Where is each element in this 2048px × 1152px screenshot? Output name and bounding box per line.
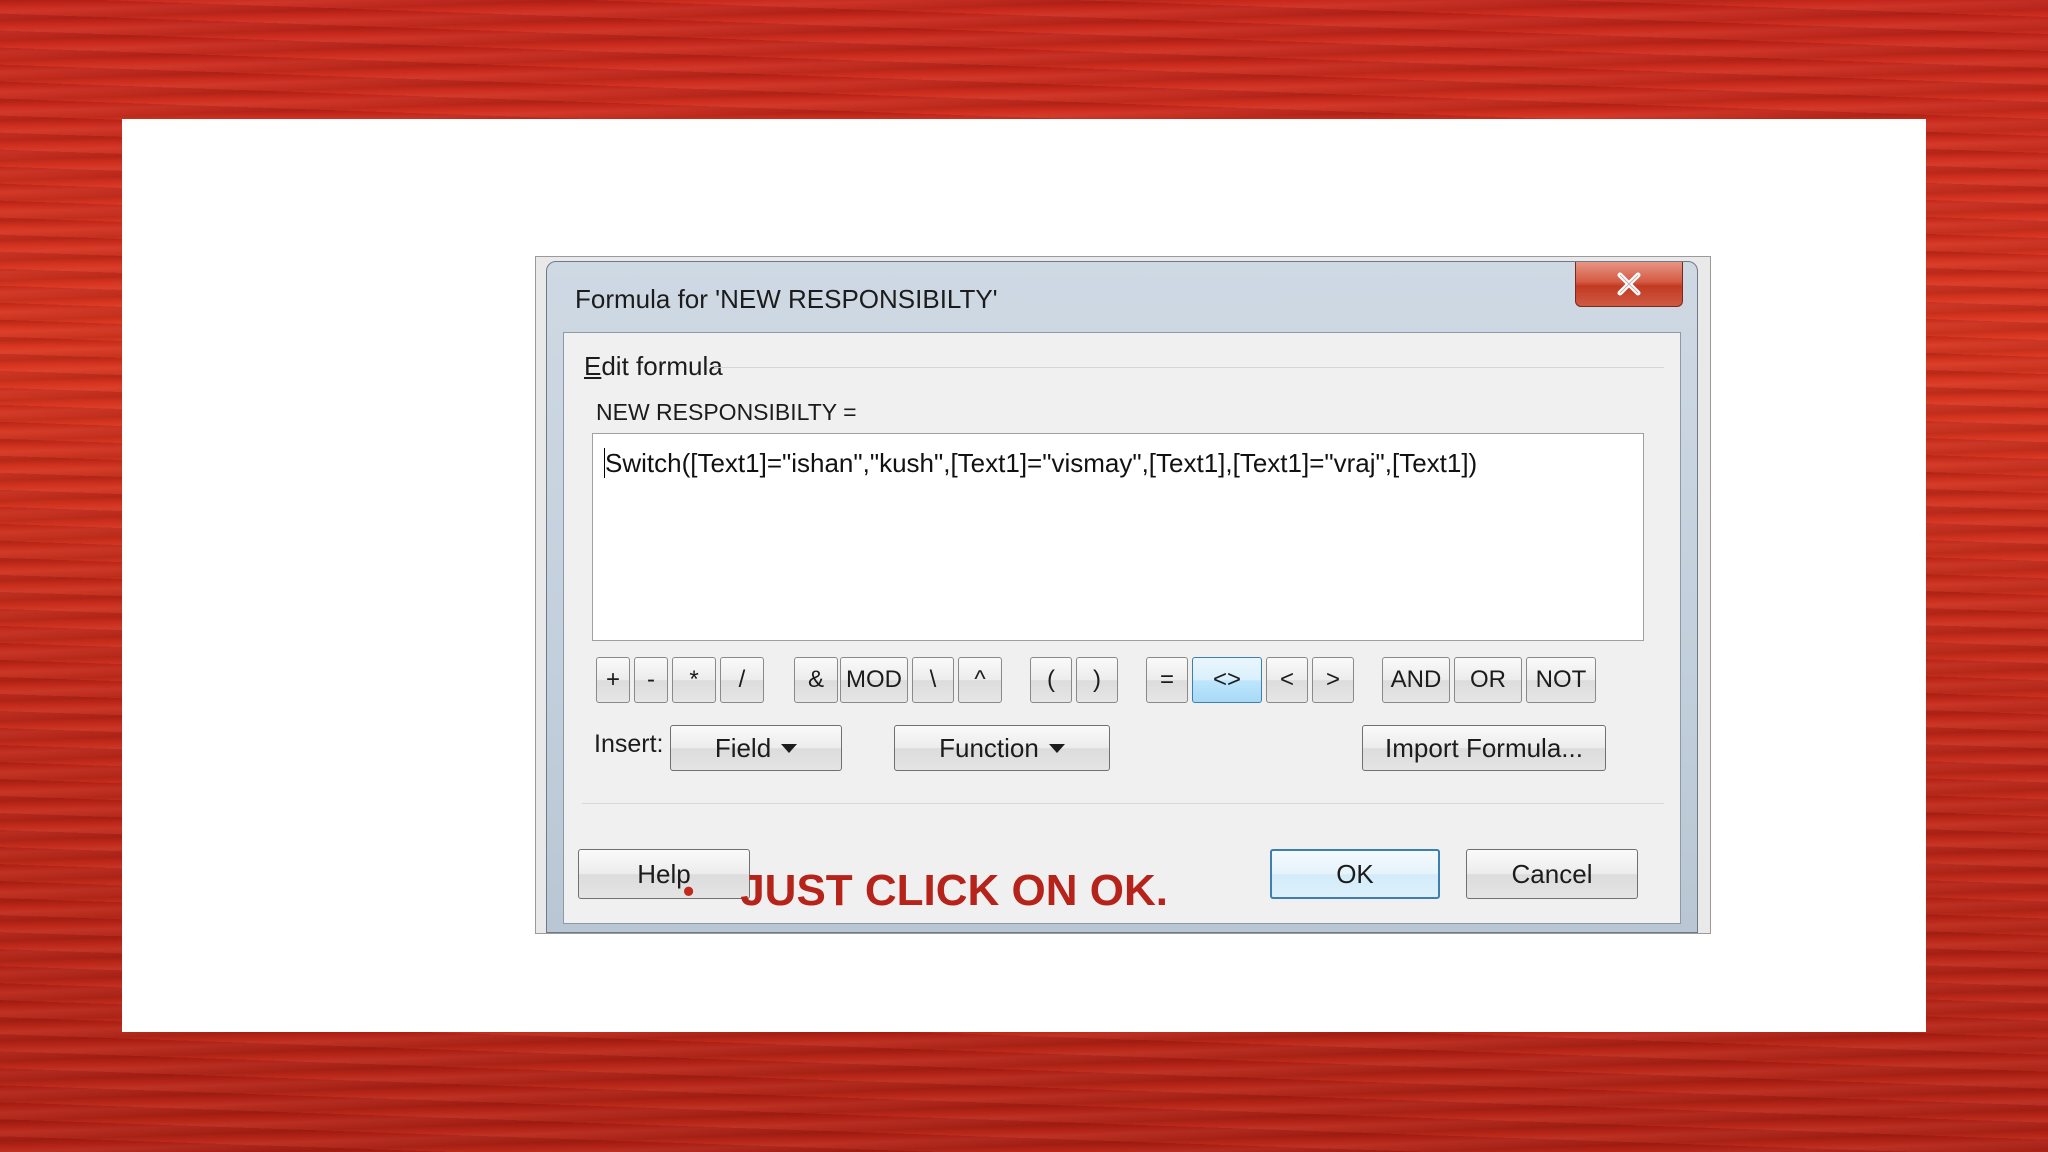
formula-input[interactable]: Switch([Text1]="ishan","kush",[Text1]="v… [592,433,1644,641]
operator-mod-button[interactable]: MOD [840,657,908,703]
close-button[interactable] [1575,262,1683,307]
operator-minus-button[interactable]: - [634,657,668,703]
operator-int-divide-button[interactable]: \ [912,657,954,703]
cancel-button[interactable]: Cancel [1466,849,1638,899]
instruction-bullet: • JUST CLICK ON OK. [683,866,1168,916]
operator-or-button[interactable]: OR [1454,657,1522,703]
operator-multiply-button[interactable]: * [672,657,716,703]
field-name-label: NEW RESPONSIBILTY = [596,399,857,425]
operator-equals-button[interactable]: = [1146,657,1188,703]
operator-close-paren-button[interactable]: ) [1076,657,1118,703]
operator-open-paren-button[interactable]: ( [1030,657,1072,703]
insert-function-button[interactable]: Function [894,725,1110,771]
close-icon [1617,272,1641,296]
formula-text: Switch([Text1]="ishan","kush",[Text1]="v… [605,448,1478,478]
edit-formula-group-label: Edit formula [584,351,723,381]
dialog-client-area: Edit formula NEW RESPONSIBILTY = Switch(… [563,332,1681,924]
group-divider [714,367,1664,368]
function-button-label: Function [939,732,1039,763]
operator-plus-button[interactable]: + [596,657,630,703]
operator-not-equal-button[interactable]: <> [1192,657,1262,703]
button-area-divider [582,803,1664,804]
operator-concat-button[interactable]: & [794,657,838,703]
operator-not-button[interactable]: NOT [1526,657,1596,703]
field-button-label: Field [714,732,772,763]
instruction-text: JUST CLICK ON OK. [740,866,1168,915]
ok-button[interactable]: OK [1270,849,1440,899]
import-formula-button[interactable]: Import Formula... [1362,725,1606,771]
dialog-title: Formula for 'NEW RESPONSIBILTY' [575,284,998,314]
operator-less-than-button[interactable]: < [1266,657,1308,703]
bullet-point: • [683,872,695,909]
operator-divide-button[interactable]: / [720,657,764,703]
operator-greater-than-button[interactable]: > [1312,657,1354,703]
operator-and-button[interactable]: AND [1382,657,1450,703]
dropdown-arrow-icon [1048,743,1065,753]
insert-label: Insert: [594,730,664,758]
dialog-frame: Formula for 'NEW RESPONSIBILTY' Edit for… [546,261,1698,933]
operator-power-button[interactable]: ^ [958,657,1002,703]
dropdown-arrow-icon [781,743,798,753]
insert-field-button[interactable]: Field [670,725,842,771]
formula-dialog: Formula for 'NEW RESPONSIBILTY' Edit for… [536,257,1710,933]
